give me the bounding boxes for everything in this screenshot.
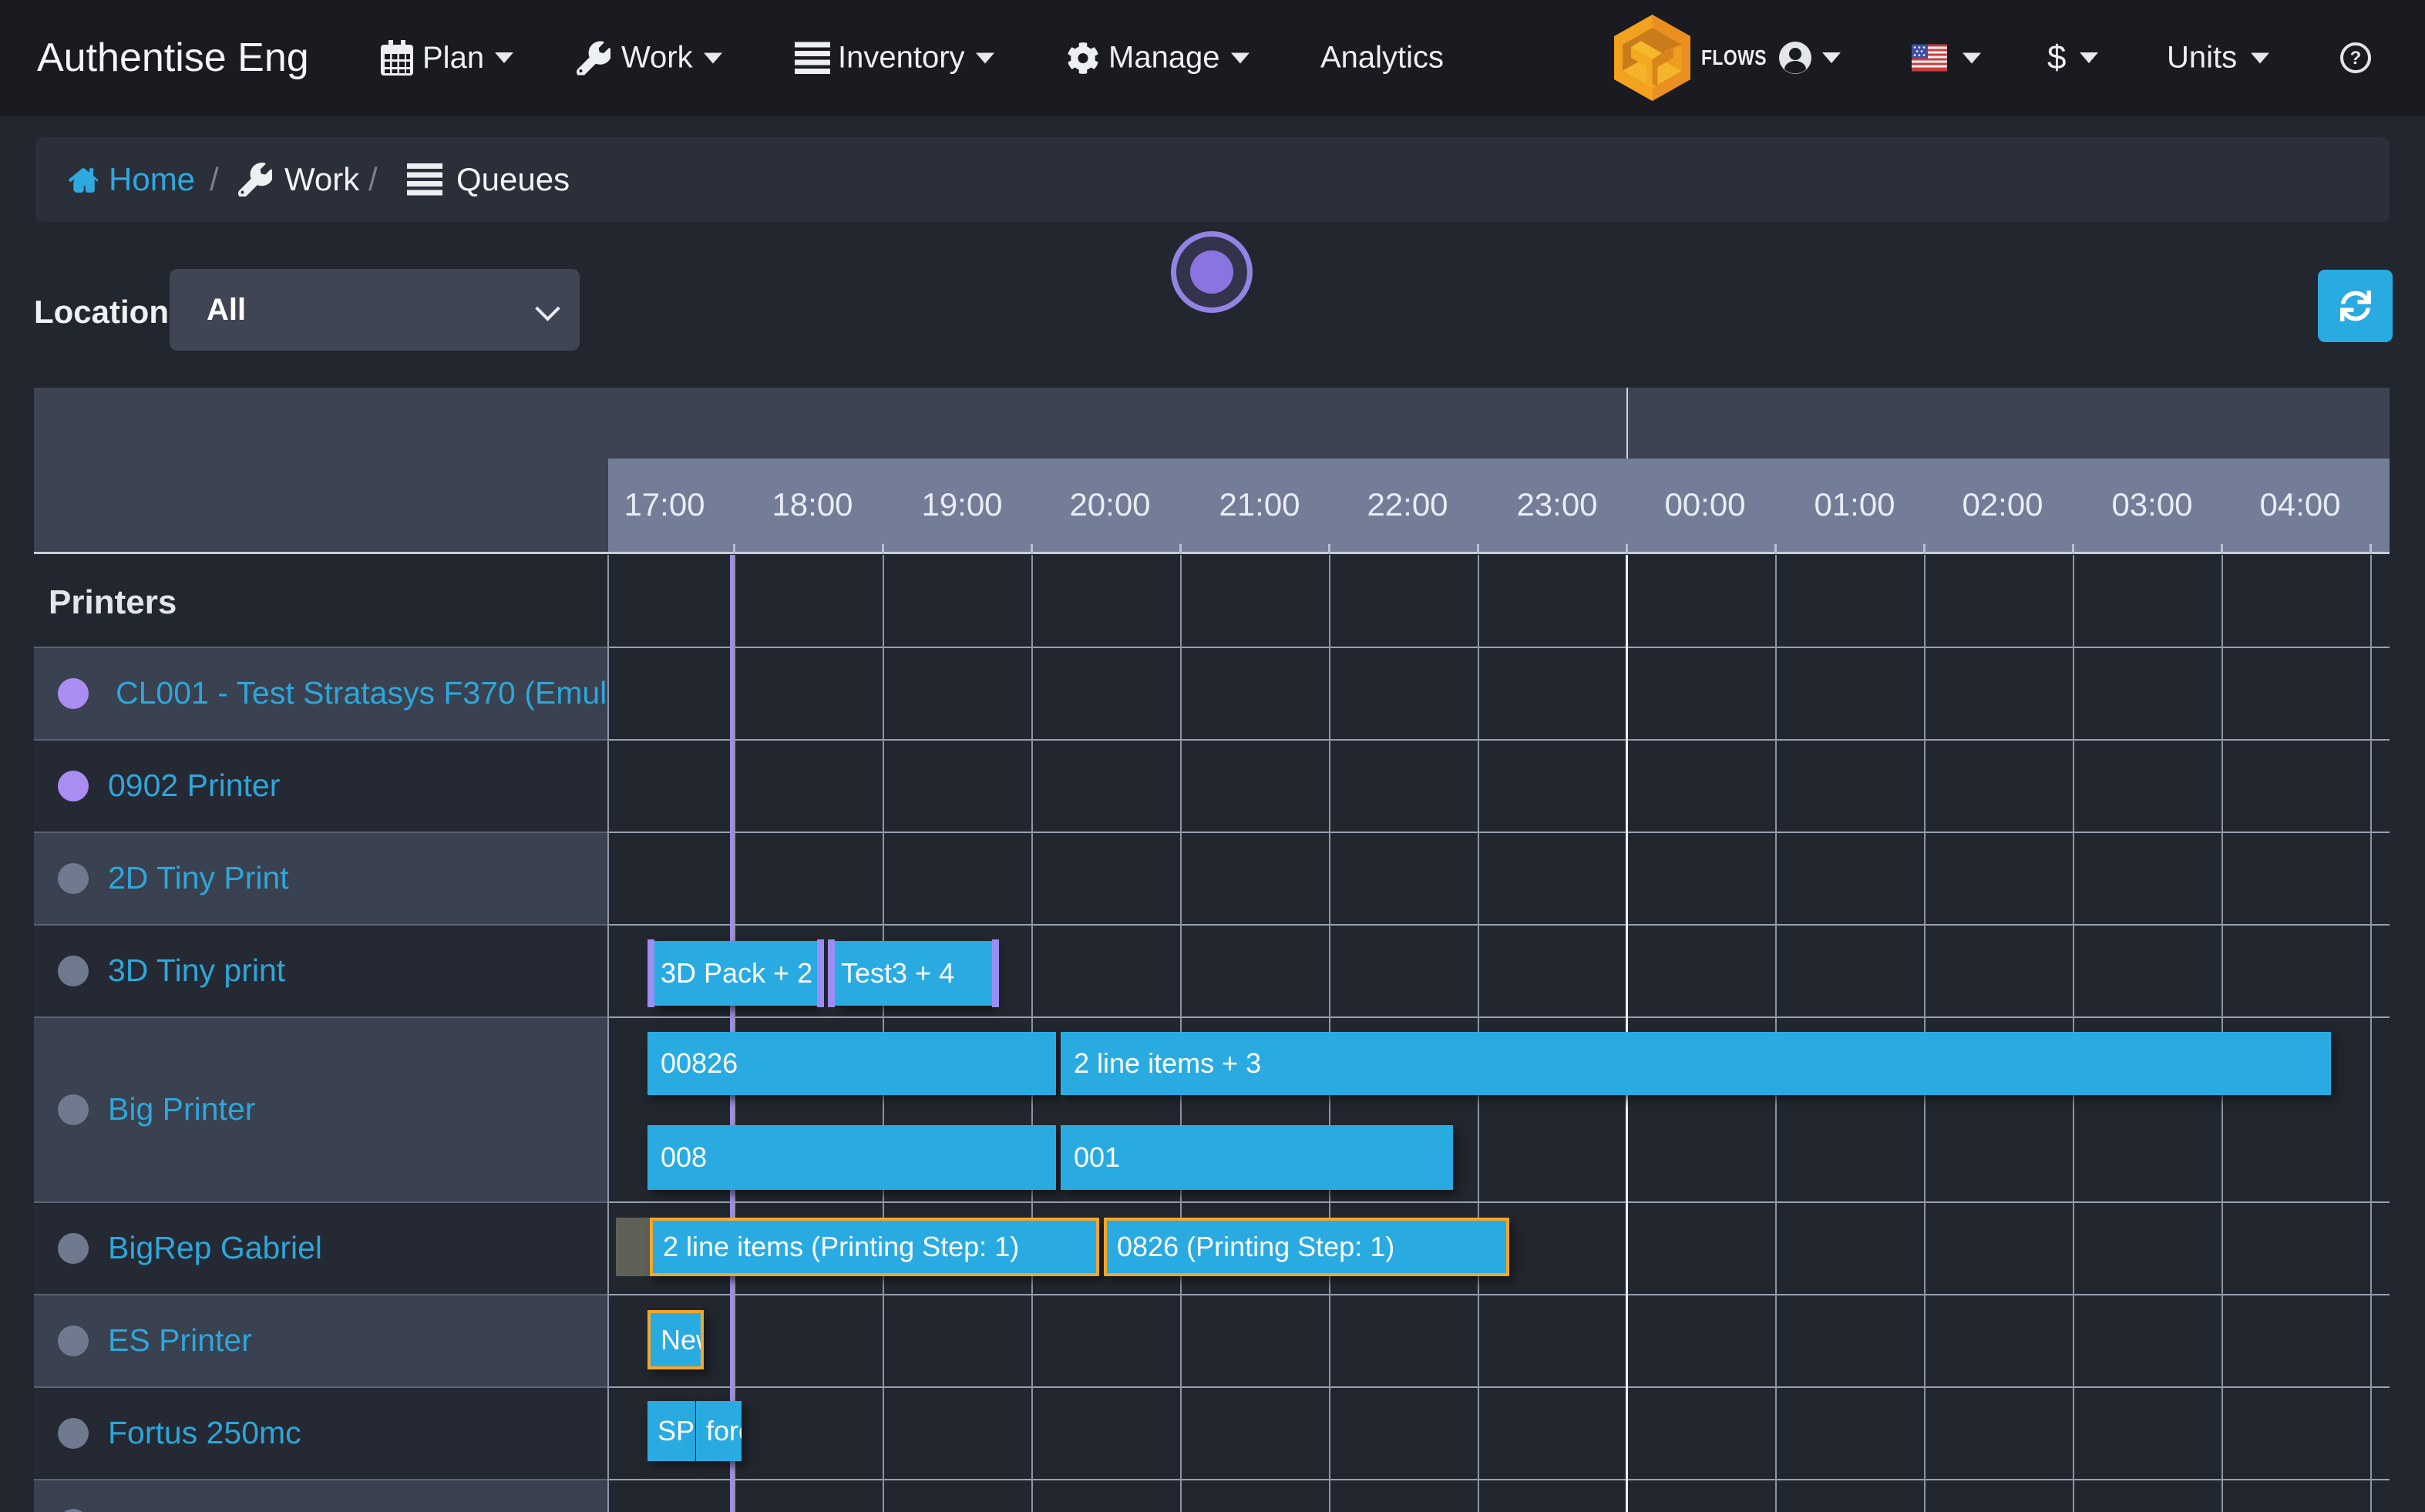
svg-text:?: ? xyxy=(2350,48,2362,69)
